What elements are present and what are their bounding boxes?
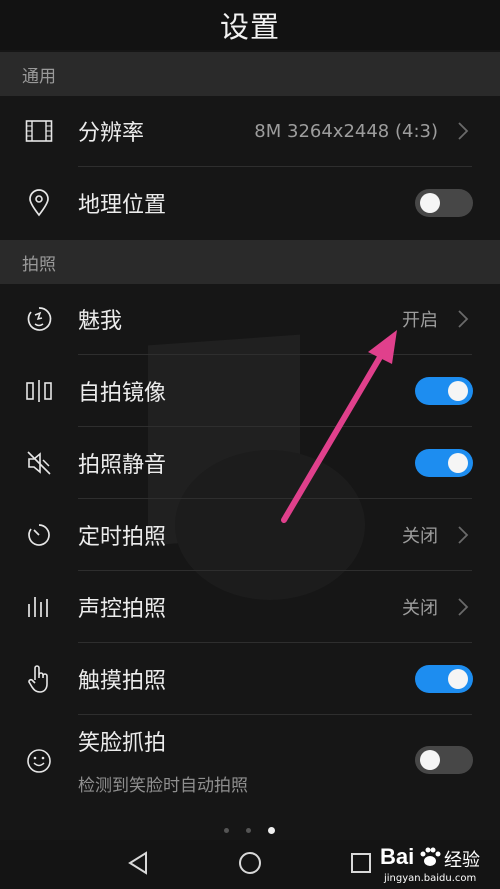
setting-label-mute: 拍照静音 [78,452,167,478]
paw-icon [420,847,441,866]
back-triangle-icon[interactable] [124,848,154,878]
touch-toggle[interactable] [415,665,473,693]
section-label-general: 通用 [22,66,56,87]
setting-row-mirror[interactable]: 自拍镜像 [0,355,500,426]
setting-row-location[interactable]: 地理位置 [0,167,500,239]
baidu-jingyan-watermark: Bai 经验 jingyan.baidu.com [380,840,500,889]
page-dot [224,828,229,833]
watermark-brand: Bai [380,844,415,869]
setting-row-timer[interactable]: 定时拍照 关闭 [0,499,500,570]
page-indicator [220,826,280,836]
location-pin-icon [24,188,54,218]
toggle-knob [448,669,468,689]
toggle-knob [448,453,468,473]
watermark-url: jingyan.baidu.com [384,873,477,884]
setting-label-smile: 笑脸抓拍 [78,731,167,756]
setting-label-resolution: 分辨率 [78,121,145,146]
mute-toggle[interactable] [415,449,473,477]
page-dot-active [268,827,275,834]
section-label-photo: 拍照 [22,254,56,275]
toggle-knob [420,193,440,213]
smile-face-icon [24,746,54,776]
toggle-knob [420,750,440,770]
setting-row-touch[interactable]: 触摸拍照 [0,643,500,714]
setting-row-voice[interactable]: 声控拍照 关闭 [0,571,500,642]
setting-label-voice: 声控拍照 [78,596,167,622]
setting-label-location: 地理位置 [78,193,167,218]
setting-value-resolution: 8M 3264x2448 (4:3) [254,120,438,142]
setting-row-mute[interactable]: 拍照静音 [0,427,500,498]
mirror-icon [24,376,54,406]
chevron-right-icon [458,122,469,140]
setting-row-beauty[interactable]: 魅我 开启 [0,284,500,354]
title-bar: 设置 [0,0,500,50]
toggle-knob [448,381,468,401]
setting-sublabel-smile: 检测到笑脸时自动拍照 [78,776,248,796]
setting-row-smile[interactable]: 笑脸抓拍 检测到笑脸时自动拍照 [0,715,500,810]
hand-touch-icon [24,664,54,694]
location-toggle[interactable] [415,189,473,217]
setting-value-beauty: 开启 [402,310,438,331]
section-header-photo: 拍照 [0,240,500,284]
mirror-toggle[interactable] [415,377,473,405]
setting-label-mirror: 自拍镜像 [78,380,167,406]
recents-square-icon[interactable] [346,848,376,878]
page-title: 设置 [219,10,280,44]
smile-toggle[interactable] [415,746,473,774]
film-frame-icon [24,116,54,146]
setting-row-resolution[interactable]: 分辨率 8M 3264x2448 (4:3) [0,96,500,166]
sound-bars-icon [24,592,54,622]
setting-value-timer: 关闭 [402,525,438,547]
chevron-right-icon [458,310,469,328]
chevron-right-icon [458,597,469,616]
timer-icon [24,520,54,550]
setting-label-touch: 触摸拍照 [78,668,167,694]
home-circle-icon[interactable] [235,848,265,878]
beauty-face-icon [24,304,54,334]
setting-value-voice: 关闭 [402,597,438,619]
setting-label-beauty: 魅我 [78,309,123,334]
watermark-brand-suffix: 经验 [444,850,480,871]
chevron-right-icon [458,525,469,544]
page-dot [246,828,251,833]
speaker-muted-icon [24,448,54,478]
section-header-general: 通用 [0,52,500,96]
setting-label-timer: 定时拍照 [78,524,167,550]
